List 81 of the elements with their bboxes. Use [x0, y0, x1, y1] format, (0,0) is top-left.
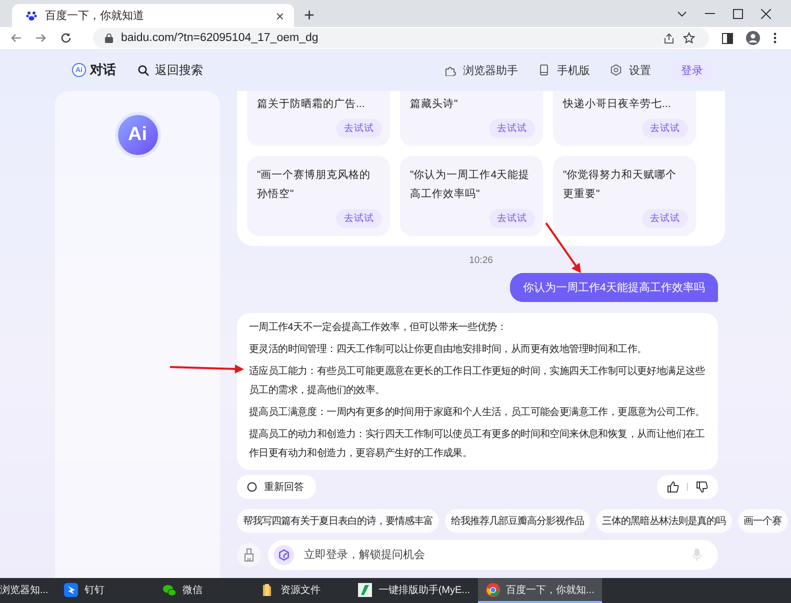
- forward-arrow-icon[interactable]: [35, 33, 47, 43]
- cube-icon: [274, 545, 294, 565]
- share-icon[interactable]: [663, 32, 675, 44]
- prompt-card[interactable]: 快递小哥日夜辛劳七... 去试试: [553, 91, 696, 146]
- settings-icon: [610, 64, 622, 76]
- minimize-icon[interactable]: [705, 12, 715, 14]
- puzzle-icon: [444, 64, 456, 76]
- try-button[interactable]: 去试试: [642, 119, 688, 138]
- brand-title[interactable]: 对话: [90, 61, 116, 79]
- taskbar-item[interactable]: 百度一下，你就知...: [478, 578, 602, 603]
- back-to-search-link[interactable]: 返回搜索: [138, 62, 203, 78]
- prompt-card[interactable]: "画一个赛博朋克风格的 孙悟空" 去试试: [247, 156, 390, 236]
- sidebar-icon[interactable]: [722, 32, 733, 44]
- prompt-text: 快递小哥日夜辛劳七...: [563, 97, 672, 112]
- ai-logo: Ai: [114, 112, 160, 158]
- regenerate-button[interactable]: 重新回答: [237, 475, 316, 499]
- answer-paragraph: 提高员工的动力和创造力：实行四天工作制可以使员工有更多的时间和空间来休息和恢复，从而让他们在工作日更有动力和创造力，更容易产生好的工作成果。: [249, 428, 706, 461]
- suggestion-chip[interactable]: 画一个赛: [738, 509, 788, 533]
- answer-paragraph: 一周工作4天不一定会提高工作效率，但可以带来一些优势：: [249, 320, 508, 335]
- try-button[interactable]: 去试试: [489, 209, 535, 228]
- taskbar-item[interactable]: 一键排版助手(MyE...: [350, 578, 478, 603]
- clear-button[interactable]: [237, 543, 261, 567]
- tab-title: 百度一下，你就知道: [45, 8, 145, 23]
- input-field[interactable]: 立即登录，解锁提问机会: [268, 540, 718, 570]
- user-message: 你认为一周工作4天能提高工作效率吗: [510, 273, 718, 302]
- try-button[interactable]: 去试试: [489, 119, 535, 138]
- menu-icon[interactable]: [773, 32, 777, 44]
- login-button[interactable]: 登录: [671, 60, 713, 80]
- chat-bubbles-icon: [162, 582, 176, 596]
- prompt-card[interactable]: 篇关于防晒霜的广告... 去试试: [247, 91, 390, 146]
- question-input[interactable]: 立即登录，解锁提问机会: [304, 545, 682, 565]
- header-link[interactable]: 浏览器助手: [444, 62, 518, 78]
- browser-icon: [486, 582, 500, 596]
- reload-icon[interactable]: [60, 32, 72, 44]
- taskbar-item[interactable]: 资源文件: [252, 578, 350, 603]
- prompt-card[interactable]: 篇藏头诗" 去试试: [400, 91, 543, 146]
- url-text: baidu.com/?tn=62095104_17_oem_dg: [121, 32, 318, 44]
- answer-paragraph: 提高员工满意度：一周内有更多的时间用于家庭和个人生活，员工可能会更满意工作，更愿意为公司工作。: [249, 406, 706, 420]
- prompt-text: 篇藏头诗": [410, 97, 459, 112]
- prompt-text: "画一个赛博朋克风格的: [257, 168, 372, 183]
- thumbs-up-icon[interactable]: [667, 481, 679, 493]
- taskbar-item[interactable]: 钉钉: [56, 578, 154, 603]
- prompt-text: "你认为一周工作4天能提: [410, 168, 531, 183]
- prompt-text: 篇关于防晒霜的广告...: [257, 97, 366, 112]
- prompt-text: 高工作效率吗": [410, 187, 481, 202]
- address-bar[interactable]: baidu.com/?tn=62095104_17_oem_dg: [93, 28, 709, 48]
- maximize-icon[interactable]: [733, 8, 743, 18]
- close-icon[interactable]: [761, 8, 771, 18]
- circle-icon: [247, 482, 257, 492]
- try-button[interactable]: 去试试: [336, 209, 382, 228]
- arrow-drawing: [545, 222, 581, 273]
- taskbar-item[interactable]: 微信: [154, 578, 252, 603]
- chevron-down-icon[interactable]: [677, 10, 687, 16]
- suggestion-chip[interactable]: 给我推荐几部豆瓣高分影视作品: [445, 509, 590, 533]
- new-tab-button[interactable]: +: [304, 4, 315, 27]
- browser-tab[interactable]: 百度一下，你就知道 ×: [12, 4, 294, 27]
- try-button[interactable]: 去试试: [336, 119, 382, 138]
- paw-icon: [26, 10, 37, 21]
- prompt-text: 更重要": [563, 187, 601, 202]
- phone-icon: [538, 64, 550, 76]
- prompt-card[interactable]: "你觉得努力和天赋哪个 更重要" 去试试: [553, 156, 696, 236]
- lock-icon: [105, 33, 113, 43]
- answer-paragraph: 适应员工能力：有些员工可能更愿意在更长的工作日工作更短的时间，实施四天工作制可以更好地满足这些员工的需求，提高他们的效率。: [249, 364, 706, 398]
- prompt-text: "你觉得努力和天赋哪个: [563, 168, 678, 183]
- thumbs-down-icon[interactable]: [696, 481, 708, 493]
- taskbar-item[interactable]: 浏览器知...: [0, 578, 56, 603]
- suggestion-chip[interactable]: 帮我写四篇有关于夏日表白的诗，要情感丰富: [237, 509, 439, 533]
- broom-icon: [243, 548, 255, 562]
- close-icon[interactable]: ×: [276, 8, 284, 24]
- header-link[interactable]: 手机版: [538, 62, 590, 78]
- profile-icon[interactable]: [746, 31, 760, 45]
- back-arrow-icon[interactable]: [10, 33, 22, 43]
- search-icon: [138, 64, 149, 76]
- answer-paragraph: 更灵活的时间管理：四天工作制可以让你更自由地安排时间，从而更有效地管理时间和工作。: [249, 342, 648, 357]
- try-button[interactable]: 去试试: [642, 209, 688, 228]
- timestamp: 10:26: [468, 255, 494, 266]
- star-icon[interactable]: [683, 32, 695, 44]
- header-link[interactable]: 设置: [610, 62, 651, 78]
- prompt-text: 孙悟空": [257, 187, 295, 202]
- prompt-card[interactable]: "你认为一周工作4天能提 高工作效率吗" 去试试: [400, 156, 543, 236]
- suggestion-chip[interactable]: 三体的黑暗丛林法则是真的吗: [596, 509, 732, 533]
